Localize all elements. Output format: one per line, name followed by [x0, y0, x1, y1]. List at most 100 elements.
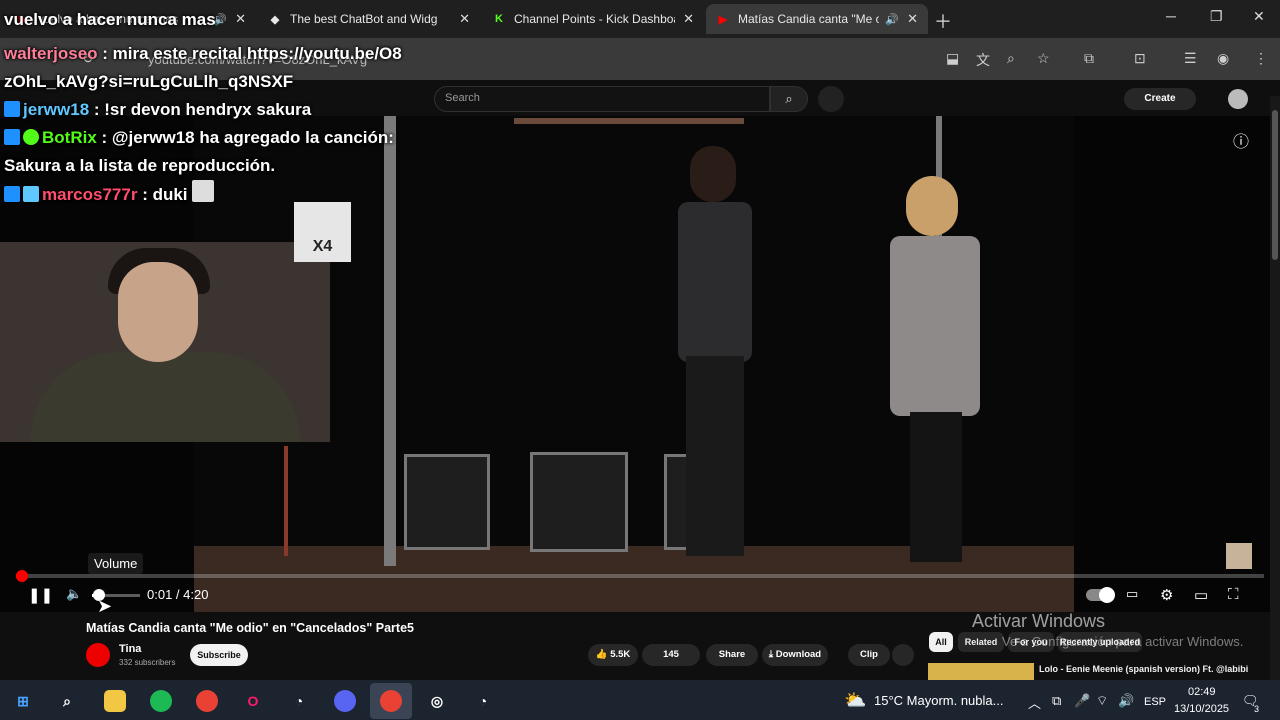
- time-total: 4:20: [183, 587, 209, 602]
- microphone-icon[interactable]: 🎤: [1074, 693, 1090, 709]
- fullscreen-icon[interactable]: ⛶: [1228, 586, 1239, 603]
- kick-icon: K: [495, 13, 503, 25]
- video-title: Matías Candia canta "Me odio" en "Cancel…: [86, 621, 414, 635]
- share-button[interactable]: Share: [706, 644, 758, 666]
- download-icon: ⤓: [768, 649, 776, 660]
- search-input[interactable]: Search: [434, 86, 770, 112]
- weather-icon: ⛅: [844, 690, 867, 710]
- sub-badge-icon: [4, 186, 20, 202]
- channel-avatar[interactable]: [86, 643, 110, 667]
- translate-icon[interactable]: 文: [976, 50, 990, 70]
- chat-message: jerww18 : !sr devon hendryx sakura: [4, 96, 404, 124]
- time-separator: /: [172, 587, 184, 602]
- autoplay-knob[interactable]: [1099, 587, 1115, 603]
- chat-username: marcos777r: [42, 185, 138, 204]
- tab-matias-candia[interactable]: ▶ Matías Candia canta "Me o 🔊 ✕: [706, 4, 928, 34]
- create-button[interactable]: Create: [1124, 88, 1196, 110]
- recommended-title[interactable]: Lolo - Eenie Meenie (spanish version) Ft…: [1039, 664, 1248, 674]
- tray-chevron-icon[interactable]: ︿: [1028, 693, 1041, 712]
- menu-icon[interactable]: ⋮: [1254, 50, 1268, 67]
- youtube-icon: ▶: [718, 13, 728, 26]
- chrome-icon[interactable]: [196, 690, 218, 712]
- volume-icon[interactable]: 🔈: [66, 586, 82, 602]
- chrome-icon[interactable]: [380, 690, 402, 712]
- chat-username: jerww18: [23, 100, 90, 119]
- channel-watermark[interactable]: [1226, 543, 1252, 569]
- steam-icon[interactable]: ◔: [288, 690, 310, 712]
- spotify-icon[interactable]: [150, 690, 172, 712]
- clip-button[interactable]: Clip: [848, 644, 890, 666]
- install-app-icon[interactable]: ⬓: [946, 50, 959, 67]
- close-window-icon[interactable]: ✕: [1253, 8, 1265, 25]
- overlay-heading: vuelvo a hacer nunca mas: [4, 10, 216, 29]
- steam-icon[interactable]: ◔: [472, 690, 494, 712]
- mic-icon[interactable]: [818, 86, 844, 112]
- chat-message: walterjoseo : mira este recital https://…: [4, 40, 404, 96]
- clock-time[interactable]: 02:49: [1188, 686, 1216, 698]
- screenshot-icon[interactable]: ⊡: [1134, 50, 1146, 67]
- notification-count: 3: [1254, 704, 1260, 714]
- activate-windows-title: Activar Windows: [972, 611, 1106, 631]
- weather-text[interactable]: 15°C Mayorm. nubla...: [874, 693, 1003, 708]
- chip-all[interactable]: All: [929, 632, 953, 652]
- tab-kick-dashboard[interactable]: K Channel Points - Kick Dashboar ✕: [482, 4, 704, 34]
- captions-icon[interactable]: ▭: [1126, 586, 1138, 602]
- dislike-button[interactable]: 145: [642, 644, 700, 666]
- file-explorer-icon[interactable]: [104, 690, 126, 712]
- dislike-count: 145: [663, 649, 679, 660]
- search-icon[interactable]: ⌕: [770, 86, 808, 112]
- recommended-thumbnail[interactable]: [928, 663, 1034, 680]
- wifi-icon[interactable]: ⌔: [1096, 693, 1108, 709]
- meet-icon[interactable]: ⧉: [1052, 693, 1061, 709]
- channel-name[interactable]: Tina: [119, 643, 141, 655]
- thumbs-up-icon: 👍: [595, 649, 611, 660]
- clock-date[interactable]: 13/10/2025: [1174, 703, 1229, 715]
- sub-badge-icon: [4, 129, 20, 145]
- windows-start-icon[interactable]: ⊞: [12, 690, 34, 712]
- download-button[interactable]: ⤓ Download: [762, 644, 828, 666]
- chat-overlay: walterjoseo : mira este recital https://…: [4, 40, 404, 209]
- performer-male: [668, 146, 758, 566]
- like-button[interactable]: 👍 5.5K: [588, 644, 638, 666]
- extensions-icon[interactable]: ⧉: [1084, 50, 1094, 67]
- progress-bar[interactable]: [16, 574, 1264, 578]
- zoom-icon[interactable]: ⌕: [1007, 50, 1015, 67]
- new-tab-icon[interactable]: ＋: [934, 8, 952, 34]
- close-icon[interactable]: ✕: [683, 11, 694, 27]
- more-actions-icon[interactable]: [892, 644, 914, 666]
- discord-icon[interactable]: [334, 690, 356, 712]
- bookmark-star-icon[interactable]: ☆: [1037, 50, 1050, 67]
- tab-title: Matías Candia canta "Me o: [738, 12, 880, 26]
- settings-gear-icon[interactable]: ⚙: [1160, 586, 1173, 604]
- verified-badge-icon: [23, 129, 39, 145]
- pause-icon[interactable]: ❚❚: [28, 586, 53, 604]
- subscribe-button[interactable]: Subscribe: [190, 644, 248, 666]
- search-icon[interactable]: ⌕: [56, 690, 78, 712]
- theater-mode-icon[interactable]: ▭: [1194, 586, 1208, 604]
- close-icon[interactable]: ✕: [907, 11, 918, 27]
- chat-username: BotRix: [42, 128, 97, 147]
- scrubber-handle[interactable]: [16, 570, 28, 582]
- scrollbar-thumb[interactable]: [1272, 110, 1278, 260]
- language-indicator[interactable]: ESP: [1144, 696, 1166, 708]
- profile-icon[interactable]: ◉: [1217, 50, 1229, 67]
- speaker-icon[interactable]: 🔊: [1118, 693, 1134, 709]
- opera-icon[interactable]: O: [242, 690, 264, 712]
- chat-text: : !sr devon hendryx sakura: [89, 100, 312, 119]
- media-control-icon[interactable]: ☰: [1184, 50, 1197, 67]
- avatar[interactable]: [1228, 89, 1248, 109]
- minimize-icon[interactable]: ─: [1166, 8, 1176, 24]
- channel-subscribers: 332 subscribers: [119, 658, 176, 667]
- maximize-icon[interactable]: ❐: [1210, 8, 1223, 25]
- chip-related[interactable]: Related: [958, 632, 1004, 652]
- equipment-case: [530, 452, 628, 552]
- close-icon[interactable]: ✕: [459, 11, 470, 27]
- volume-tooltip: Volume: [88, 553, 144, 574]
- sub-badge-icon: [4, 101, 20, 117]
- info-icon[interactable]: ⓘ: [1233, 128, 1249, 152]
- time-display: 0:01 / 4:20: [147, 587, 208, 602]
- activate-windows-subtitle: Ve a Configuración para activar Windows.: [1002, 634, 1244, 649]
- obs-icon[interactable]: ◎: [426, 690, 448, 712]
- speaker-icon[interactable]: 🔊: [885, 13, 899, 26]
- stage-pole: [284, 446, 288, 556]
